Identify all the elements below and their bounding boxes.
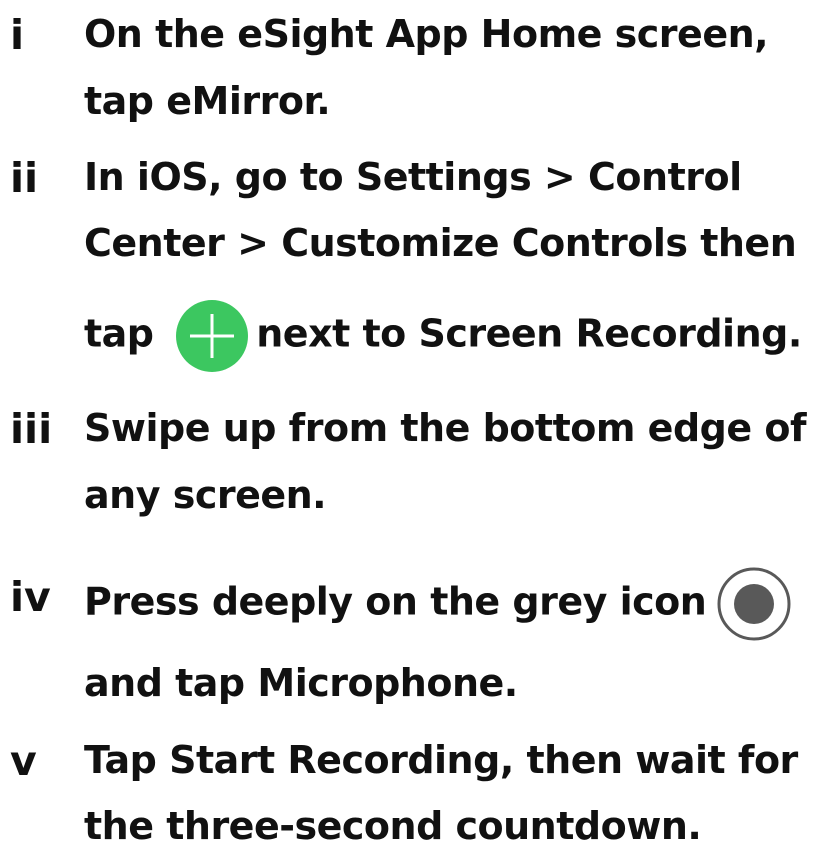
step-text: then	[687, 221, 797, 265]
step-text: the three-second countdown.	[84, 804, 702, 848]
step-keyword: eMirror	[166, 79, 317, 123]
step-keyword: Settings	[355, 155, 532, 199]
step-line: any screen.	[84, 473, 327, 517]
step-text: >	[531, 155, 589, 199]
step-keyword: Center	[84, 221, 225, 265]
step-text: and tap	[84, 661, 258, 705]
step-text: tap	[84, 311, 167, 356]
step-line: Press deeply on the grey icon	[84, 566, 792, 642]
screen-record-icon	[716, 566, 792, 642]
step-line: Swipe up from the bottom edge of	[84, 406, 807, 450]
step-text: Tap	[84, 738, 170, 782]
step-text: >	[224, 221, 282, 265]
step-number: v	[10, 737, 37, 785]
step-line: the three-second countdown.	[84, 804, 702, 848]
step-number: iv	[10, 573, 51, 621]
step-keyword: Screen Recording	[418, 311, 788, 356]
step-keyword: Control	[588, 155, 742, 199]
step-text: On the eSight App Home screen,	[84, 12, 769, 56]
step-keyword: Microphone	[257, 661, 504, 705]
step-text: .	[787, 311, 802, 356]
step-line: and tap Microphone.	[84, 664, 518, 702]
step-text: tap	[84, 79, 167, 123]
step-text: Press deeply on the grey icon	[84, 579, 707, 624]
step-line: Tap Start Recording, then wait for	[84, 741, 798, 779]
step-text: .	[503, 661, 518, 705]
step-number: ii	[10, 154, 39, 202]
plus-circle-icon	[176, 300, 249, 372]
step-line: On the eSight App Home screen,	[84, 12, 769, 56]
step-number: iii	[10, 405, 53, 453]
step-text: Swipe up from the bottom edge of	[84, 406, 807, 450]
step-keyword: Start Recording	[169, 738, 500, 782]
step-text: any screen.	[84, 473, 327, 517]
step-text: In iOS, go to	[84, 155, 356, 199]
step-line: In iOS, go to Settings > Control	[84, 158, 742, 196]
step-line: tap next to Screen Recording.	[84, 300, 802, 372]
step-text: .	[316, 79, 331, 123]
step-keyword: Customize Controls	[281, 221, 688, 265]
step-number: i	[10, 11, 25, 59]
step-text: next to	[256, 311, 419, 356]
step-line: tap eMirror.	[84, 79, 331, 123]
step-line: Center > Customize Controls then	[84, 221, 797, 265]
step-text: , then wait for	[499, 738, 798, 782]
